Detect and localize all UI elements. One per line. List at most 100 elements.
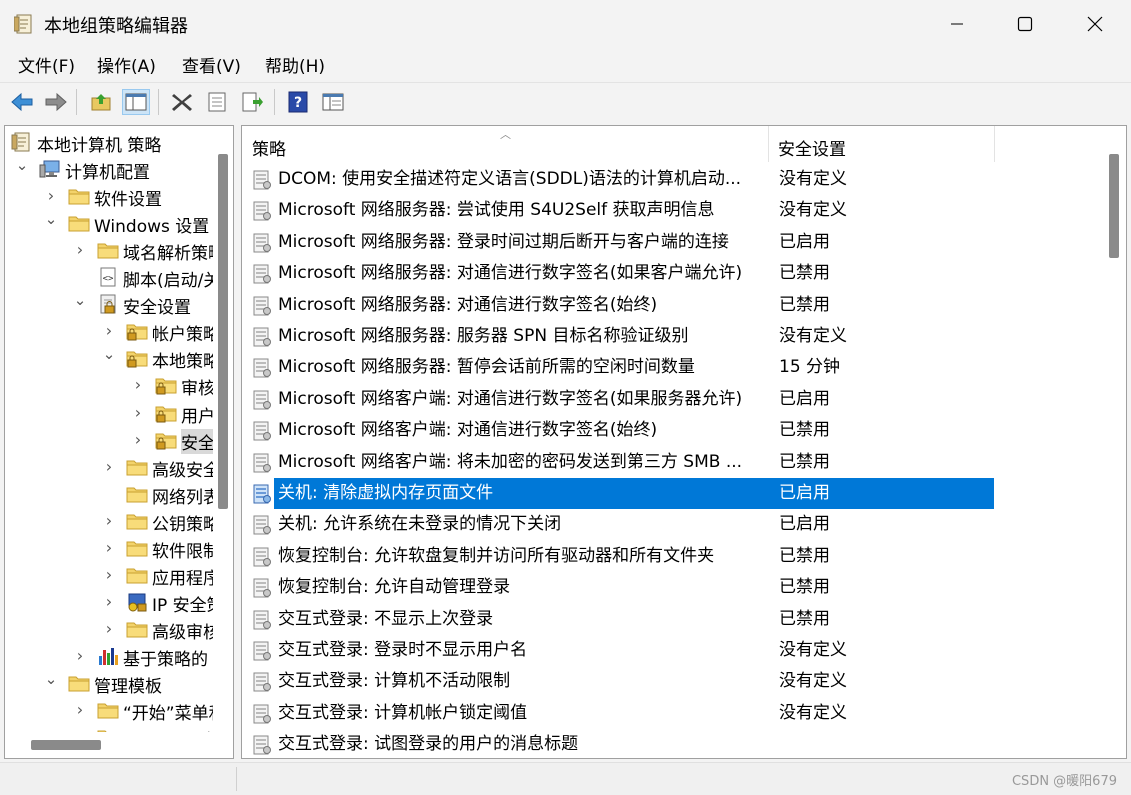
tree-item[interactable]: › 域名解析策略 xyxy=(5,237,213,264)
policy-row[interactable]: 交互式登录: 不显示上次登录 已禁用 xyxy=(250,604,994,635)
chevron-right-icon[interactable]: › xyxy=(73,240,87,260)
policy-setting-value: 已启用 xyxy=(779,388,830,409)
chevron-right-icon[interactable]: › xyxy=(131,403,145,423)
delete-button[interactable] xyxy=(168,89,196,115)
tree-pane[interactable]: 本地计算机 策略 ⌄ 计算机配置 › 软件设置 ⌄ Windows 设置 › 域名解析策略 <> 脚… xyxy=(4,125,234,759)
policy-row[interactable]: Microsoft 网络服务器: 登录时间过期后断开与客户端的连接 已启用 xyxy=(250,227,994,258)
chevron-right-icon[interactable]: › xyxy=(102,592,116,612)
menu-view[interactable]: 查看(V) xyxy=(182,52,241,77)
list-scrollbar-thumb[interactable] xyxy=(1109,154,1119,258)
policy-item-icon xyxy=(252,735,272,755)
policy-row[interactable]: Microsoft 网络客户端: 对通信进行数字签名(始终) 已禁用 xyxy=(250,415,994,446)
tree-item[interactable]: 网络列表管理器策略 xyxy=(5,481,213,508)
tree-item[interactable]: › 软件设置 xyxy=(5,183,213,210)
menu-action[interactable]: 操作(A) xyxy=(97,52,156,77)
tree-item[interactable]: ⌄ 本地策略 xyxy=(5,345,213,373)
chevron-right-icon[interactable]: › xyxy=(102,565,116,585)
policy-row[interactable]: 恢复控制台: 允许软盘复制并访问所有驱动器和所有文件夹 已禁用 xyxy=(250,541,994,572)
up-folder-icon xyxy=(91,94,111,111)
policy-row[interactable]: 交互式登录: 登录时不显示用户名 没有定义 xyxy=(250,635,994,666)
policy-row[interactable]: 关机: 清除虚拟内存页面文件 已启用 xyxy=(250,478,994,509)
tree-item[interactable]: › 应用程序控制策略 xyxy=(5,562,213,589)
export-list-icon xyxy=(242,92,263,112)
chevron-down-icon[interactable]: ⌄ xyxy=(73,293,87,314)
tree-vertical-scrollbar[interactable] xyxy=(214,126,232,732)
chevron-right-icon[interactable]: › xyxy=(73,646,87,666)
tree-item[interactable]: ⌄ 安全设置 xyxy=(5,291,213,319)
close-button[interactable] xyxy=(1066,0,1124,48)
chevron-right-icon[interactable]: › xyxy=(102,511,116,531)
policy-row[interactable]: 交互式登录: 计算机不活动限制 没有定义 xyxy=(250,666,994,697)
tree-horizontal-scrollbar[interactable] xyxy=(5,732,233,758)
policy-row[interactable]: Microsoft 网络客户端: 将未加密的密码发送到第三方 SMB ... 已禁… xyxy=(250,447,994,478)
tree-item-label: 计算机配置 xyxy=(65,163,150,184)
show-hide-tree-button[interactable] xyxy=(122,89,150,115)
tree-hscrollbar-thumb[interactable] xyxy=(31,740,101,750)
tree-scrollbar-thumb[interactable] xyxy=(218,154,228,509)
extended-view-button[interactable] xyxy=(319,89,347,115)
forward-button[interactable] xyxy=(42,89,70,115)
chevron-down-icon[interactable]: ⌄ xyxy=(44,212,58,233)
chevron-right-icon[interactable]: › xyxy=(102,619,116,639)
tree-item[interactable]: <> 脚本(启动/关机) xyxy=(5,264,213,291)
chevron-right-icon[interactable]: › xyxy=(131,430,145,450)
policy-list-pane[interactable]: 策略 ︿ 安全设置 DCOM: 使用安全描述符定义语言(SDDL)语法的计算机启… xyxy=(241,125,1127,759)
chevron-down-icon[interactable]: ⌄ xyxy=(44,672,58,693)
policy-row[interactable]: Microsoft 网络服务器: 暂停会话前所需的空闲时间数量 15 分钟 xyxy=(250,352,994,383)
back-button[interactable] xyxy=(8,89,36,115)
title-bar[interactable]: 本地组策略编辑器 xyxy=(0,0,1131,48)
tree-item[interactable]: ⌄ 管理模板 xyxy=(5,670,213,698)
tree-item[interactable]: › 帐户策略 xyxy=(5,318,213,345)
chevron-right-icon[interactable]: › xyxy=(102,457,116,477)
up-button[interactable] xyxy=(88,89,116,115)
policy-row[interactable]: DCOM: 使用安全描述符定义语言(SDDL)语法的计算机启动... 没有定义 xyxy=(250,164,994,195)
properties-button[interactable] xyxy=(203,89,231,115)
policy-name: 交互式登录: 试图登录的用户的消息标题 xyxy=(278,734,579,755)
chevron-down-icon[interactable]: ⌄ xyxy=(102,347,116,368)
tree-item[interactable]: › 用户权限分配 xyxy=(5,400,213,427)
list-vertical-scrollbar[interactable] xyxy=(1104,146,1124,756)
tree-item[interactable]: › IP 安全策略 xyxy=(5,589,213,616)
policy-row[interactable]: Microsoft 网络客户端: 对通信进行数字签名(如果服务器允许) 已启用 xyxy=(250,384,994,415)
tree-item[interactable]: › 高级安全 Windows Defender xyxy=(5,454,213,481)
policy-row[interactable]: Microsoft 网络服务器: 对通信进行数字签名(如果客户端允许) 已禁用 xyxy=(250,258,994,289)
policy-row[interactable]: 交互式登录: 试图登录的用户的消息标题 xyxy=(250,729,994,758)
toolbar: ? xyxy=(0,82,1131,120)
tree-item[interactable]: ⌄ Windows 设置 xyxy=(5,210,213,238)
tree-item[interactable]: › “开始”菜单和任务栏 xyxy=(5,697,213,724)
policy-row[interactable]: 关机: 允许系统在未登录的情况下关闭 已启用 xyxy=(250,509,994,540)
policy-row[interactable]: 交互式登录: 计算机帐户锁定阈值 没有定义 xyxy=(250,698,994,729)
policy-row[interactable]: Microsoft 网络服务器: 对通信进行数字签名(始终) 已禁用 xyxy=(250,290,994,321)
policy-row[interactable]: Microsoft 网络服务器: 服务器 SPN 目标名称验证级别 没有定义 xyxy=(250,321,994,352)
tree-item[interactable]: › 软件限制策略 xyxy=(5,535,213,562)
menu-file[interactable]: 文件(F) xyxy=(18,52,75,77)
policy-row[interactable]: 恢复控制台: 允许自动管理登录 已禁用 xyxy=(250,572,994,603)
export-list-button[interactable] xyxy=(238,89,266,115)
tree-item[interactable]: › 高级审核策略配置 xyxy=(5,616,213,643)
tree-item[interactable]: › 审核策略 xyxy=(5,372,213,399)
tree-item[interactable]: › 安全选项 xyxy=(5,427,213,454)
policy-name: Microsoft 网络服务器: 服务器 SPN 目标名称验证级别 xyxy=(278,326,689,346)
chevron-right-icon[interactable]: › xyxy=(102,538,116,558)
locked-folder-icon xyxy=(155,430,177,450)
policy-item-icon xyxy=(252,453,272,473)
minimize-button[interactable] xyxy=(928,0,986,48)
policy-setting-value: 没有定义 xyxy=(779,702,847,723)
column-header-security-setting[interactable]: 安全设置 xyxy=(768,126,994,164)
chevron-right-icon[interactable]: › xyxy=(131,375,145,395)
policy-item-icon xyxy=(252,327,272,347)
tree-item-label: 帐户策略 xyxy=(152,325,213,346)
tree-item[interactable]: › 公钥策略 xyxy=(5,508,213,535)
chevron-right-icon[interactable]: › xyxy=(44,186,58,206)
tree-item[interactable]: › 基于策略的 QoS xyxy=(5,643,213,670)
policy-item-icon xyxy=(252,547,272,567)
help-button[interactable]: ? xyxy=(284,89,312,115)
tree-item[interactable]: ⌄ 计算机配置 xyxy=(5,156,213,184)
maximize-button[interactable] xyxy=(996,0,1054,48)
policy-row[interactable]: Microsoft 网络服务器: 尝试使用 S4U2Self 获取声明信息 没有定… xyxy=(250,195,994,226)
tree-item[interactable]: 本地计算机 策略 xyxy=(5,129,213,156)
chevron-right-icon[interactable]: › xyxy=(102,321,116,341)
chevron-right-icon[interactable]: › xyxy=(73,700,87,720)
chevron-down-icon[interactable]: ⌄ xyxy=(15,158,29,179)
menu-help[interactable]: 帮助(H) xyxy=(265,52,325,77)
